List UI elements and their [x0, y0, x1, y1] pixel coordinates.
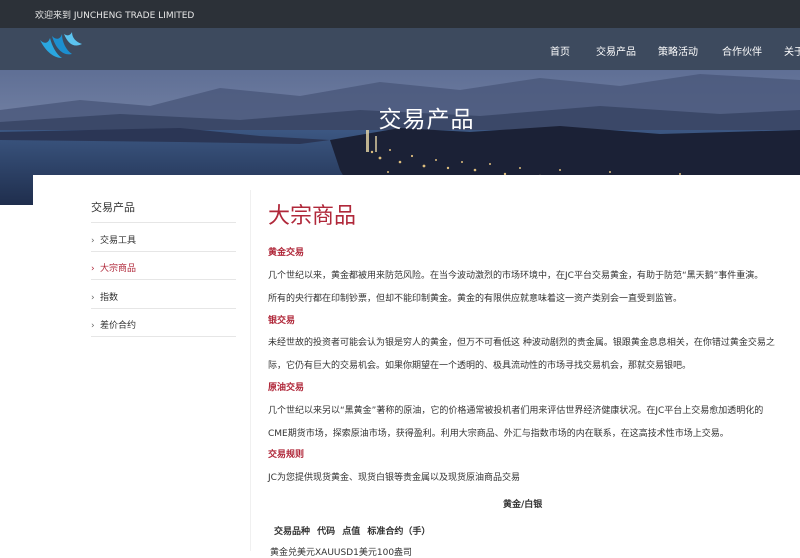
- sidebar-item-tools[interactable]: › 交易工具: [91, 233, 136, 246]
- chevron-right-icon: ›: [91, 321, 95, 331]
- sidebar-item-label: 指数: [100, 293, 119, 303]
- section-heading-silver: 银交易: [268, 316, 296, 326]
- table-title: 黄金/白银: [503, 500, 543, 510]
- paragraph-line: JC为您提供现货黄金、现货白银等贵金属以及现货原油商品交易: [268, 473, 520, 483]
- nav-products[interactable]: 交易产品: [596, 43, 636, 58]
- table-header: 交易品种 代码 点值 标准合约（手）: [274, 527, 431, 537]
- nav-strategy[interactable]: 策略活动: [658, 43, 698, 58]
- paragraph-line: 几个世纪以来另以“黑黄金”著称的原油，它的价格通常被投机者们用来评估世界经济健康…: [268, 406, 764, 416]
- sidebar-title: 交易产品: [91, 201, 135, 214]
- sidebar-item-index[interactable]: › 指数: [91, 290, 118, 303]
- nav-partners[interactable]: 合作伙伴: [722, 43, 762, 58]
- paragraph-line: CME期货市场，探索原油市场，获得盈利。利用大宗商品、外汇与指数市场的内在联系，…: [268, 429, 729, 439]
- sidebar-item-label: 差价合约: [100, 321, 137, 331]
- paragraph-line: 未经世故的投资者可能会认为银是穷人的黄金，但万不可看低这 种波动剧烈的贵金属。银…: [268, 338, 775, 348]
- chevron-right-icon: ›: [91, 264, 95, 274]
- nav-about[interactable]: 关于: [784, 43, 800, 58]
- table-cell: 黄金兑美元XAUUSD1美元100盎司: [270, 548, 413, 558]
- divider: [91, 251, 236, 252]
- sidebar-item-commodities[interactable]: › 大宗商品: [91, 261, 136, 274]
- welcome-text: 欢迎来到 JUNCHENG TRADE LIMITED: [35, 11, 195, 21]
- nav-home[interactable]: 首页: [550, 43, 570, 58]
- section-heading-rules: 交易规则: [268, 450, 305, 460]
- top-bar: 欢迎来到 JUNCHENG TRADE LIMITED: [0, 0, 800, 28]
- paragraph-line: 际，它仍有巨大的交易机会。如果你期望在一个透明的、极具流动性的市场寻找交易机会，…: [268, 361, 692, 371]
- divider: [91, 279, 236, 280]
- chevron-right-icon: ›: [91, 293, 95, 303]
- paragraph-line: 所有的央行都在印制钞票，但却不能印制黄金。黄金的有限供应就意味着这一资产类别会一…: [268, 294, 683, 304]
- banner-title: 交易产品: [378, 107, 475, 133]
- paragraph-line: 几个世纪以来，黄金都被用来防范风险。在当今波动激烈的市场环境中，在JC平台交易黄…: [268, 271, 764, 281]
- chevron-right-icon: ›: [91, 236, 95, 246]
- swallow-logo-icon[interactable]: [36, 30, 84, 62]
- column-divider: [250, 190, 251, 551]
- divider: [91, 222, 236, 223]
- sidebar-item-cfd[interactable]: › 差价合约: [91, 318, 136, 331]
- divider: [91, 336, 236, 337]
- divider: [91, 308, 236, 309]
- sidebar-item-label: 大宗商品: [100, 264, 137, 274]
- sidebar-item-label: 交易工具: [100, 236, 137, 246]
- page-title: 大宗商品: [268, 204, 357, 229]
- section-heading-oil: 原油交易: [268, 383, 305, 393]
- section-heading-gold: 黄金交易: [268, 248, 305, 258]
